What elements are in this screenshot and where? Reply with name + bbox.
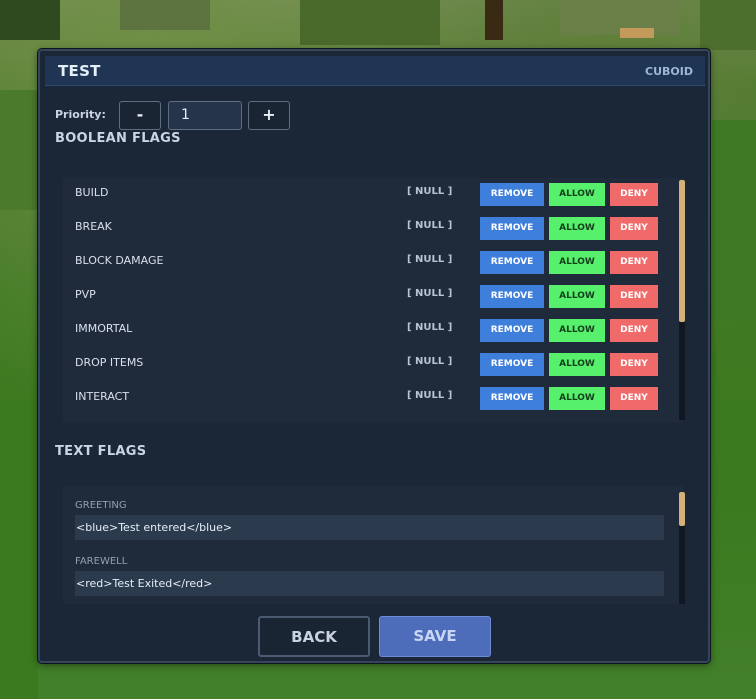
- flag-name: BREAK: [75, 220, 112, 233]
- flag-name: IMMORTAL: [75, 322, 133, 335]
- scrollbar-thumb[interactable]: [679, 492, 685, 526]
- deny-button[interactable]: DENY: [610, 251, 658, 274]
- text-flags-heading: TEXT FLAGS: [55, 444, 147, 459]
- remove-button[interactable]: REMOVE: [480, 285, 544, 308]
- remove-button[interactable]: REMOVE: [480, 251, 544, 274]
- flag-row-block-damage: BLOCK DAMAGE [ NULL ] REMOVE ALLOW DENY: [63, 246, 683, 280]
- allow-button[interactable]: ALLOW: [549, 319, 605, 342]
- flag-row-drop-items: DROP ITEMS [ NULL ] REMOVE ALLOW DENY: [63, 348, 683, 382]
- greeting-input[interactable]: <blue>Test entered</blue>: [75, 515, 664, 540]
- boolean-flags-heading: BOOLEAN FLAGS: [55, 131, 181, 146]
- flag-name: BUILD: [75, 186, 109, 199]
- dialog-titlebar: TEST CUBOID: [45, 56, 705, 86]
- deny-button[interactable]: DENY: [610, 217, 658, 240]
- allow-button[interactable]: ALLOW: [549, 285, 605, 308]
- deny-button[interactable]: DENY: [610, 387, 658, 410]
- allow-button[interactable]: ALLOW: [549, 353, 605, 376]
- flag-row-interact: INTERACT [ NULL ] REMOVE ALLOW DENY: [63, 382, 683, 416]
- priority-increment-button[interactable]: +: [248, 101, 290, 130]
- scrollbar-thumb[interactable]: [679, 180, 685, 322]
- back-button[interactable]: BACK: [258, 616, 370, 657]
- boolean-flags-scrollbar[interactable]: [679, 180, 685, 420]
- region-type-label: CUBOID: [645, 65, 693, 78]
- priority-input[interactable]: 1: [168, 101, 242, 130]
- save-button[interactable]: SAVE: [379, 616, 491, 657]
- flag-status: [ NULL ]: [407, 356, 453, 367]
- remove-button[interactable]: REMOVE: [480, 353, 544, 376]
- allow-button[interactable]: ALLOW: [549, 251, 605, 274]
- flag-name: PVP: [75, 288, 96, 301]
- deny-button[interactable]: DENY: [610, 183, 658, 206]
- boolean-flags-list: BUILD [ NULL ] REMOVE ALLOW DENY BREAK […: [63, 178, 683, 422]
- flag-name: INTERACT: [75, 390, 130, 403]
- flag-name: DROP ITEMS: [75, 356, 144, 369]
- flag-status: [ NULL ]: [407, 186, 453, 197]
- priority-decrement-button[interactable]: -: [119, 101, 161, 130]
- allow-button[interactable]: ALLOW: [549, 183, 605, 206]
- dialog-title: TEST: [58, 62, 101, 80]
- remove-button[interactable]: REMOVE: [480, 387, 544, 410]
- flag-status: [ NULL ]: [407, 288, 453, 299]
- flag-row-pvp: PVP [ NULL ] REMOVE ALLOW DENY: [63, 280, 683, 314]
- remove-button[interactable]: REMOVE: [480, 183, 544, 206]
- flag-row-immortal: IMMORTAL [ NULL ] REMOVE ALLOW DENY: [63, 314, 683, 348]
- farewell-label: FAREWELL: [75, 556, 128, 567]
- text-flags-scrollbar[interactable]: [679, 492, 685, 604]
- flag-status: [ NULL ]: [407, 220, 453, 231]
- deny-button[interactable]: DENY: [610, 319, 658, 342]
- flag-name: BLOCK DAMAGE: [75, 254, 164, 267]
- flag-row-break: BREAK [ NULL ] REMOVE ALLOW DENY: [63, 212, 683, 246]
- flag-status: [ NULL ]: [407, 390, 453, 401]
- flag-status: [ NULL ]: [407, 254, 453, 265]
- deny-button[interactable]: DENY: [610, 285, 658, 308]
- allow-button[interactable]: ALLOW: [549, 387, 605, 410]
- text-flags-list: GREETING <blue>Test entered</blue> FAREW…: [63, 486, 683, 604]
- flag-row-build: BUILD [ NULL ] REMOVE ALLOW DENY: [63, 178, 683, 212]
- deny-button[interactable]: DENY: [610, 353, 658, 376]
- remove-button[interactable]: REMOVE: [480, 217, 544, 240]
- greeting-label: GREETING: [75, 500, 127, 511]
- farewell-input[interactable]: <red>Test Exited</red>: [75, 571, 664, 596]
- allow-button[interactable]: ALLOW: [549, 217, 605, 240]
- priority-label: Priority:: [55, 108, 106, 121]
- region-editor-dialog: TEST CUBOID Priority: - 1 + BOOLEAN FLAG…: [38, 49, 710, 663]
- remove-button[interactable]: REMOVE: [480, 319, 544, 342]
- flag-status: [ NULL ]: [407, 322, 453, 333]
